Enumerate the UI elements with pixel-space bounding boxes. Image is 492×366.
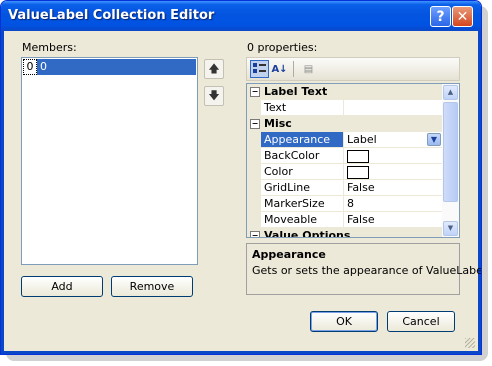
move-up-button[interactable]: 🡅 <box>204 59 224 79</box>
remove-button-label: Remove <box>129 280 175 293</box>
property-name: BackColor <box>261 148 344 163</box>
remove-button[interactable]: Remove <box>111 276 193 297</box>
property-value[interactable] <box>347 100 443 115</box>
property-value[interactable] <box>347 164 443 179</box>
resize-grip-icon[interactable] <box>465 338 475 348</box>
move-down-button[interactable]: 🡇 <box>204 86 224 106</box>
ok-button-label: OK <box>336 315 352 328</box>
property-grid-toolbar: A↓ ▤ <box>246 57 460 81</box>
close-icon: ✕ <box>456 8 469 25</box>
help-button[interactable]: ? <box>430 6 451 27</box>
property-value[interactable]: False <box>347 180 443 195</box>
collection-editor-window: ValueLabel Collection Editor ? ✕ Members… <box>0 0 482 355</box>
row-gutter <box>247 164 261 179</box>
list-item[interactable]: 0 0 <box>23 59 196 75</box>
property-value[interactable]: 8 <box>347 196 443 211</box>
cancel-button[interactable]: Cancel <box>387 311 455 332</box>
title-bar[interactable]: ValueLabel Collection Editor ? ✕ <box>1 1 481 31</box>
collapse-icon[interactable]: − <box>250 87 260 97</box>
add-button-label: Add <box>51 280 73 293</box>
color-swatch <box>347 150 369 163</box>
categorized-button[interactable] <box>250 60 269 78</box>
property-name: Color <box>261 164 344 179</box>
property-grid-rows: − Label Text Text − Misc Appearance Labe… <box>247 84 443 238</box>
property-row-backcolor[interactable]: BackColor <box>247 148 443 164</box>
scroll-up-icon[interactable]: ▲ <box>443 85 458 100</box>
property-row-text[interactable]: Text <box>247 100 443 116</box>
property-name: Text <box>261 100 344 115</box>
category-name: Value Options <box>264 229 351 238</box>
scroll-down-icon[interactable]: ▼ <box>443 221 458 236</box>
member-value: 0 <box>37 59 196 75</box>
add-button[interactable]: Add <box>21 276 103 297</box>
dropdown-arrow-icon[interactable]: ▼ <box>427 133 441 146</box>
categorized-icon <box>253 63 266 73</box>
row-gutter <box>247 180 261 195</box>
property-name: Appearance <box>261 132 344 147</box>
property-value[interactable] <box>347 148 443 163</box>
property-row-appearance[interactable]: Appearance Label ▼ <box>247 132 443 148</box>
property-value[interactable]: False <box>347 212 443 227</box>
row-gutter <box>247 132 261 147</box>
arrow-up-icon: 🡅 <box>208 61 220 75</box>
row-gutter <box>247 196 261 211</box>
property-name: MarkerSize <box>261 196 344 211</box>
property-row-moveable[interactable]: Moveable False <box>247 212 443 228</box>
category-name: Label Text <box>264 85 328 98</box>
window-frame-left <box>1 31 4 354</box>
category-misc[interactable]: − Misc <box>247 116 443 132</box>
property-pages-icon: ▤ <box>303 63 314 75</box>
category-name: Misc <box>264 117 292 130</box>
property-pages-button[interactable]: ▤ <box>299 60 318 78</box>
category-label-text[interactable]: − Label Text <box>247 84 443 100</box>
property-name: Moveable <box>261 212 344 227</box>
property-name: GridLine <box>261 180 344 195</box>
member-index: 0 <box>23 59 37 75</box>
collapse-icon[interactable]: − <box>250 119 260 129</box>
color-swatch <box>347 166 369 179</box>
property-row-markersize[interactable]: MarkerSize 8 <box>247 196 443 212</box>
ok-button[interactable]: OK <box>310 311 378 332</box>
window-frame-right <box>478 31 481 354</box>
cancel-button-label: Cancel <box>402 315 440 328</box>
close-button[interactable]: ✕ <box>452 6 473 27</box>
sort-az-icon: A↓ <box>271 63 288 75</box>
alphabetical-button[interactable]: A↓ <box>270 60 289 78</box>
description-panel: Appearance Gets or sets the appearance o… <box>246 243 481 295</box>
row-gutter <box>247 148 261 163</box>
collapse-icon[interactable]: − <box>250 231 260 237</box>
properties-label: 0 properties: <box>247 41 318 54</box>
property-row-color[interactable]: Color <box>247 164 443 180</box>
row-gutter <box>247 100 261 115</box>
category-value-options[interactable]: − Value Options <box>247 228 443 238</box>
scroll-thumb[interactable] <box>443 102 458 202</box>
toolbar-separator <box>293 61 294 77</box>
members-list[interactable]: 0 0 <box>21 57 198 265</box>
description-text: Gets or sets the appearance of ValueLabe… <box>252 264 482 277</box>
row-gutter <box>247 212 261 227</box>
members-label: Members: <box>22 41 77 54</box>
description-title: Appearance <box>252 248 326 261</box>
property-row-gridline[interactable]: GridLine False <box>247 180 443 196</box>
arrow-down-icon: 🡇 <box>208 88 220 102</box>
property-grid[interactable]: − Label Text Text − Misc Appearance Labe… <box>246 83 460 238</box>
vertical-scrollbar[interactable]: ▲ ▼ <box>442 84 459 237</box>
help-icon: ? <box>436 8 445 25</box>
window-title: ValueLabel Collection Editor <box>8 8 215 23</box>
window-frame-bottom <box>1 351 481 354</box>
